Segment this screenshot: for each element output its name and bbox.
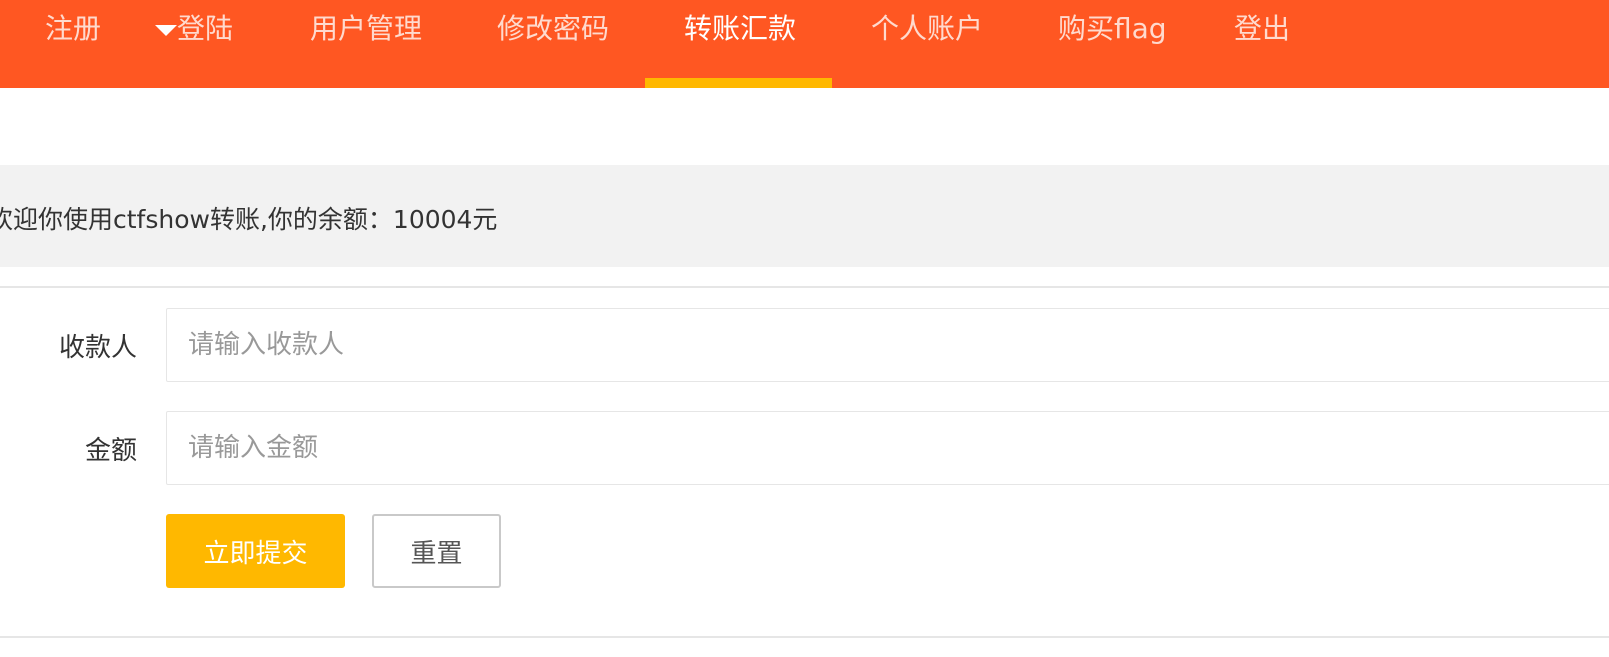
nav-item-transfer[interactable]: 转账汇款 bbox=[645, 0, 832, 88]
nav-item-label: 个人账户 bbox=[871, 12, 984, 45]
reset-button[interactable]: 重置 bbox=[372, 514, 501, 588]
nav-item-login[interactable]: 登陆 bbox=[177, 0, 233, 88]
nav-item-register[interactable]: 注册 bbox=[45, 0, 177, 88]
nav-item-label: 用户管理 bbox=[310, 12, 423, 45]
submit-button[interactable]: 立即提交 bbox=[166, 514, 345, 588]
nav-item-label: 注册 bbox=[45, 12, 102, 45]
nav-item-buy-flag[interactable]: 购买flag bbox=[1058, 0, 1167, 88]
nav-item-label: 购买flag bbox=[1058, 12, 1167, 45]
active-tab-indicator bbox=[645, 78, 832, 88]
welcome-banner: 欢迎你使用ctfshow转账,你的余额：10004元 bbox=[0, 165, 1609, 267]
nav-item-label: 转账汇款 bbox=[684, 12, 797, 45]
nav-item-user-management[interactable]: 用户管理 bbox=[310, 0, 422, 88]
form-bottom-divider bbox=[0, 636, 1609, 638]
nav-item-personal-account[interactable]: 个人账户 bbox=[871, 0, 983, 88]
nav-item-label: 登陆 bbox=[177, 12, 234, 45]
nav-item-change-password[interactable]: 修改密码 bbox=[497, 0, 609, 88]
form-top-divider bbox=[0, 286, 1609, 288]
welcome-balance-text: 欢迎你使用ctfshow转账,你的余额：10004元 bbox=[0, 205, 498, 234]
nav-item-label: 登出 bbox=[1234, 12, 1291, 45]
amount-input[interactable] bbox=[166, 411, 1609, 485]
payee-label: 收款人 bbox=[58, 333, 137, 363]
nav-item-logout[interactable]: 登出 bbox=[1234, 0, 1290, 88]
amount-label: 金额 bbox=[84, 436, 137, 466]
caret-down-icon bbox=[155, 25, 177, 36]
payee-input[interactable] bbox=[166, 308, 1609, 382]
top-nav-bar: 注册 登陆 用户管理 修改密码 转账汇款 个人账户 购买flag 登出 bbox=[0, 0, 1609, 88]
nav-item-label: 修改密码 bbox=[497, 12, 610, 45]
